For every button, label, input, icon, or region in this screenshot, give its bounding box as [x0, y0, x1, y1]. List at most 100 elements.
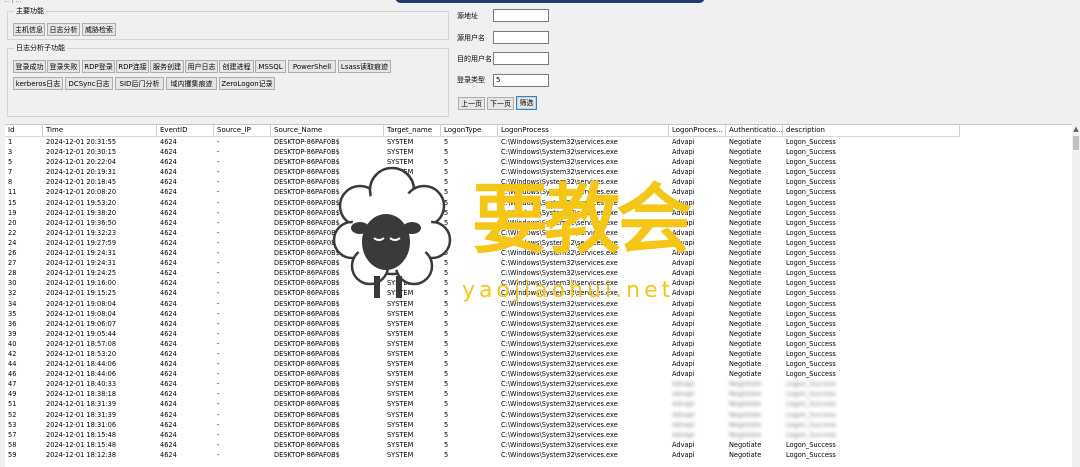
table-row[interactable]: 5 2024-12-01 20:22:04 4624 - DESKTOP-86PAF0B…: [5, 157, 1072, 167]
column-header-target-name[interactable]: Target_name: [384, 125, 441, 136]
table-row[interactable]: 52 2024-12-01 18:31:39 4624 - DESKTOP-86PAF0…: [5, 410, 1072, 420]
column-header-logon-process[interactable]: LogonProcess: [498, 125, 669, 136]
cell-description: Logon_Success: [786, 279, 836, 288]
table-row[interactable]: 40 2024-12-01 18:57:08 4624 - DESKTOP-86PAF0…: [5, 339, 1072, 349]
user-log-button[interactable]: 用户日志: [185, 60, 218, 73]
column-header-source-ip[interactable]: Source_IP: [214, 125, 271, 136]
table-row[interactable]: 53 2024-12-01 18:31:06 4624 - DESKTOP-86PAF0…: [5, 420, 1072, 430]
table-row[interactable]: 19 2024-12-01 19:38:20 4624 - DESKTOP-86PAF0…: [5, 208, 1072, 218]
cell-authentication: Negotiate: [729, 138, 762, 146]
column-header-id[interactable]: Id: [5, 125, 43, 136]
table-row[interactable]: 47 2024-12-01 18:40:33 4624 - DESKTOP-86PAF0…: [5, 379, 1072, 389]
table-row[interactable]: 15 2024-12-01 19:53:20 4624 - DESKTOP-86PAF0…: [5, 198, 1072, 208]
zerologon-button[interactable]: ZeroLogon记录: [219, 77, 275, 90]
table-row[interactable]: 8 2024-12-01 20:18:45 4624 - DESKTOP-86PAF0B…: [5, 177, 1072, 187]
cell-target-name: SYSTEM: [387, 279, 414, 288]
powershell-button[interactable]: PowerShell: [288, 60, 336, 73]
cell-logon-type: 5: [444, 178, 449, 187]
table-row[interactable]: 36 2024-12-01 19:06:07 4624 - DESKTOP-86PAF0…: [5, 319, 1072, 329]
cell-logon-process-short: Advapi: [672, 138, 695, 146]
cell-time: 2024-12-01 18:15:48: [46, 440, 117, 449]
table-vertical-scrollbar[interactable]: ▲: [1072, 124, 1080, 466]
column-header-authentication[interactable]: Authenticatio...: [726, 125, 783, 136]
table-row[interactable]: 51 2024-12-01 18:31:39 4624 - DESKTOP-86PAF0…: [5, 399, 1072, 409]
cell-logon-type: 5: [444, 380, 449, 389]
table-row[interactable]: 32 2024-12-01 19:15:25 4624 - DESKTOP-86PAF0…: [5, 288, 1072, 298]
table-row[interactable]: 20 2024-12-01 19:36:50 4624 - DESKTOP-86PAF0…: [5, 218, 1072, 228]
table-row[interactable]: 28 2024-12-01 19:24:25 4624 - DESKTOP-86PAF0…: [5, 268, 1072, 278]
service-create-button[interactable]: 服务创建: [150, 60, 184, 73]
table-row[interactable]: 26 2024-12-01 19:24:31 4624 - DESKTOP-86PAF0…: [5, 248, 1072, 258]
threat-search-button[interactable]: 威胁检索: [82, 23, 116, 36]
logon-type-input[interactable]: 5: [493, 74, 549, 87]
table-row[interactable]: 1 2024-12-01 20:31:55 4624 - DESKTOP-86PAF0B…: [5, 137, 1072, 147]
mssql-button[interactable]: MSSQL: [255, 60, 286, 73]
logon-failure-button[interactable]: 登录失败: [47, 60, 80, 73]
table-row[interactable]: 58 2024-12-01 18:15:48 4624 - DESKTOP-86PAF0…: [5, 440, 1072, 450]
cell-logon-process: C:\Windows\System32\services.exe: [501, 198, 618, 207]
cell-source-ip: -: [217, 138, 220, 146]
cell-logon-type: 5: [444, 208, 449, 217]
cell-authentication: Negotiate: [729, 269, 762, 278]
table-row[interactable]: 49 2024-12-01 18:38:18 4624 - DESKTOP-86PAF0…: [5, 389, 1072, 399]
table-row[interactable]: 42 2024-12-01 18:53:20 4624 - DESKTOP-86PAF0…: [5, 349, 1072, 359]
column-header-time[interactable]: Time: [43, 125, 157, 136]
column-header-eventid[interactable]: EventID: [157, 125, 214, 136]
rdp-connect-button[interactable]: RDP连接: [116, 60, 149, 73]
cell-description: Logon_Success: [786, 198, 836, 207]
table-row[interactable]: 24 2024-12-01 19:27:59 4624 - DESKTOP-86PAF0…: [5, 238, 1072, 248]
scrollbar-thumb[interactable]: [1073, 136, 1079, 150]
scroll-up-icon[interactable]: ▲: [1072, 124, 1080, 134]
cell-target-name: SYSTEM: [387, 319, 414, 328]
rdp-login-button[interactable]: RDP登录: [82, 60, 115, 73]
cell-logon-process: C:\Windows\System32\services.exe: [501, 450, 618, 459]
table-row[interactable]: 46 2024-12-01 18:44:06 4624 - DESKTOP-86PAF0…: [5, 369, 1072, 379]
cell-logon-process: C:\Windows\System32\services.exe: [501, 178, 618, 187]
cell-id: 30: [8, 279, 17, 288]
sid-backdoor-button[interactable]: SID后门分析: [115, 77, 164, 90]
cell-logon-process: C:\Windows\System32\services.exe: [501, 279, 618, 288]
filter-button[interactable]: 筛选: [516, 96, 537, 110]
table-row[interactable]: 30 2024-12-01 19:16:00 4624 - DESKTOP-86PAF0…: [5, 278, 1072, 288]
column-header-source-name[interactable]: Source_Name: [271, 125, 384, 136]
table-row[interactable]: 7 2024-12-01 20:19:31 4624 - DESKTOP-86PAF0B…: [5, 167, 1072, 177]
create-process-button[interactable]: 创建进程: [219, 60, 254, 73]
cell-logon-type: 5: [444, 450, 449, 459]
table-row[interactable]: 57 2024-12-01 18:15:48 4624 - DESKTOP-86PAF0…: [5, 430, 1072, 440]
cell-logon-process: C:\Windows\System32\services.exe: [501, 259, 618, 268]
dcsync-log-button[interactable]: DCSync日志: [65, 77, 113, 90]
kerberos-log-button[interactable]: kerberos日志: [13, 77, 63, 90]
domain-recon-button[interactable]: 域内攫集痕迹: [166, 77, 217, 90]
log-analysis-button[interactable]: 日志分析: [47, 23, 80, 36]
cell-time: 2024-12-01 20:31:55: [46, 138, 117, 146]
column-header-description[interactable]: description: [783, 125, 960, 136]
source-address-input[interactable]: [493, 9, 549, 22]
cell-description: Logon_Success: [786, 138, 836, 146]
table-row[interactable]: 35 2024-12-01 19:08:04 4624 - DESKTOP-86PAF0…: [5, 309, 1072, 319]
table-row[interactable]: 11 2024-12-01 20:08:20 4624 - DESKTOP-86PAF0…: [5, 187, 1072, 197]
cell-source-name: DESKTOP-86PAF0B$: [274, 339, 340, 348]
table-row[interactable]: 22 2024-12-01 19:32:23 4624 - DESKTOP-86PAF0…: [5, 228, 1072, 238]
target-user-input[interactable]: [493, 52, 549, 65]
logon-success-button[interactable]: 登录成功: [13, 60, 46, 73]
active-window-tab[interactable]: [395, 0, 705, 3]
table-row[interactable]: 3 2024-12-01 20:30:15 4624 - DESKTOP-86PAF0B…: [5, 147, 1072, 157]
cell-description: Logon_Success: [786, 440, 836, 449]
host-info-button[interactable]: 主机信息: [13, 23, 45, 36]
source-user-input[interactable]: [493, 31, 549, 44]
table-row[interactable]: 39 2024-12-01 19:05:44 4624 - DESKTOP-86PAF0…: [5, 329, 1072, 339]
next-page-button[interactable]: 下一页: [487, 97, 514, 110]
table-row[interactable]: 34 2024-12-01 19:08:04 4624 - DESKTOP-86PAF0…: [5, 299, 1072, 309]
column-header-logon-type[interactable]: LogonType: [441, 125, 498, 136]
event-log-table[interactable]: Id Time EventID Source_IP Source_Name Ta…: [5, 124, 1072, 467]
table-row[interactable]: 44 2024-12-01 18:44:06 4624 - DESKTOP-86PAF0…: [5, 359, 1072, 369]
cell-logon-process: C:\Windows\System32\services.exe: [501, 360, 618, 369]
prev-page-button[interactable]: 上一页: [458, 97, 485, 110]
table-row[interactable]: 59 2024-12-01 18:12:38 4624 - DESKTOP-86PAF0…: [5, 450, 1072, 460]
table-row[interactable]: 27 2024-12-01 19:24:31 4624 - DESKTOP-86PAF0…: [5, 258, 1072, 268]
cell-target-name: SYSTEM: [387, 269, 414, 278]
cell-target-name: SYSTEM: [387, 228, 414, 237]
lsass-read-button[interactable]: Lsass读取痕迹: [338, 60, 391, 73]
cell-target-name: SYSTEM: [387, 450, 414, 459]
column-header-logon-process-short[interactable]: LogonProces...: [669, 125, 726, 136]
